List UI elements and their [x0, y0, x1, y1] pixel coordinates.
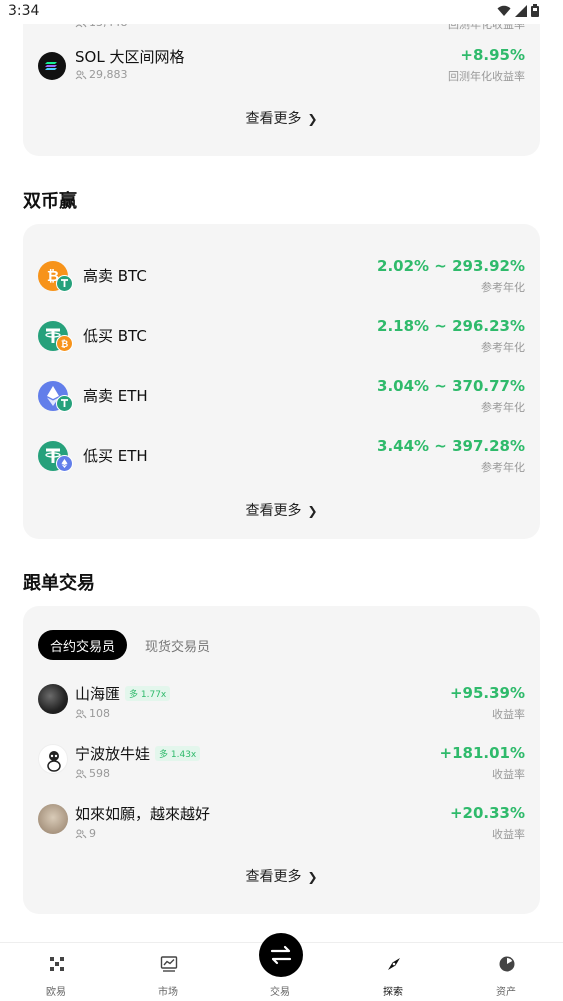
chevron-right-icon: ❯: [307, 112, 318, 126]
apr-caption: 参考年化: [481, 341, 525, 354]
btc-icon: ₿: [56, 335, 73, 352]
apr-range: 2.18% ~ 296.23%: [377, 317, 525, 335]
swap-arrows-icon: [270, 945, 292, 965]
users-icon: [75, 709, 87, 718]
users-icon: [75, 769, 87, 778]
pie-chart-icon: [499, 956, 515, 972]
tab-spot-traders[interactable]: 现货交易员: [133, 630, 222, 660]
apr-range: 3.44% ~ 397.28%: [377, 437, 525, 455]
status-bar: 3:34: [0, 0, 563, 24]
trade-center-button[interactable]: [259, 933, 303, 977]
dual-currency-card: ₿ 高卖 BTC 2.02% ~ 293.92% 参考年化 ₿ 低买 BTC 2…: [23, 224, 540, 539]
dual-currency-item[interactable]: ₿ 高卖 BTC 2.02% ~ 293.92% 参考年化: [23, 249, 540, 299]
trader-name: 山海匯多 1.77x: [75, 683, 171, 704]
nav-item-market[interactable]: 市场: [112, 943, 224, 1001]
trader-name: 宁波放牛娃多 1.43x: [75, 743, 201, 764]
trader-item[interactable]: 山海匯多 1.77x 108 +95.39% 收益率: [23, 678, 540, 728]
usdt-icon: [56, 275, 73, 292]
eth-icon: [56, 455, 73, 472]
dual-currency-name: 高卖 ETH: [83, 387, 148, 405]
signal-icon: [515, 4, 527, 17]
view-more-button[interactable]: 查看更多 ❯: [23, 866, 540, 886]
strategy-caption: 回测年化收益率: [448, 70, 525, 83]
apr-caption: 参考年化: [481, 281, 525, 294]
followers-count: 108: [75, 707, 110, 720]
copy-trading-card: 合约交易员 现货交易员 山海匯多 1.77x 108 +95.39% 收益率 宁…: [23, 606, 540, 914]
dual-currency-item[interactable]: 低买 ETH 3.44% ~ 397.28% 参考年化: [23, 429, 540, 479]
nav-item-explore[interactable]: 探索: [337, 943, 449, 1001]
return-caption: 收益率: [492, 708, 525, 721]
trader-item[interactable]: 宁波放牛娃多 1.43x 598 +181.01% 收益率: [23, 738, 540, 788]
section-title-copy-trading: 跟单交易: [23, 573, 95, 594]
chevron-right-icon: ❯: [307, 504, 318, 518]
nav-item-okx[interactable]: 欧易: [0, 943, 112, 1001]
tab-contract-traders[interactable]: 合约交易员: [38, 630, 128, 660]
svg-text:₿: ₿: [61, 339, 68, 349]
compass-icon: [388, 958, 400, 970]
chart-icon: [160, 956, 178, 972]
dual-currency-name: 低买 ETH: [83, 447, 148, 465]
status-icons: [497, 4, 539, 17]
dual-currency-name: 高卖 BTC: [83, 267, 147, 285]
trader-item[interactable]: 如來如願，越來越好 9 +20.33% 收益率: [23, 798, 540, 848]
trader-return: +20.33%: [449, 804, 525, 822]
usdt-icon: [56, 395, 73, 412]
nav-label: 探索: [383, 987, 403, 998]
dual-currency-name: 低买 BTC: [83, 327, 147, 345]
trader-type-tabs: 合约交易员 现货交易员: [38, 630, 222, 660]
battery-icon: [531, 4, 539, 17]
okx-logo-icon: [50, 957, 64, 971]
return-caption: 收益率: [492, 768, 525, 781]
wifi-icon: [497, 5, 511, 16]
section-title-dual-currency: 双币赢: [23, 191, 77, 212]
nav-label: 资产: [496, 987, 516, 998]
avatar: [38, 804, 68, 834]
leverage-badge: 多 1.43x: [155, 746, 201, 761]
users-icon: [75, 70, 87, 79]
nav-label: 交易: [270, 987, 290, 998]
dual-currency-item[interactable]: ₿ 低买 BTC 2.18% ~ 296.23% 参考年化: [23, 309, 540, 359]
apr-range: 2.02% ~ 293.92%: [377, 257, 525, 275]
avatar: [38, 744, 68, 774]
followers-count: 598: [75, 767, 110, 780]
trader-return: +181.01%: [439, 744, 525, 762]
leverage-badge: 多 1.77x: [125, 686, 171, 701]
apr-caption: 参考年化: [481, 401, 525, 414]
nav-item-assets[interactable]: 资产: [450, 943, 562, 1001]
users-count: 29,883: [75, 68, 128, 81]
apr-range: 3.04% ~ 370.77%: [377, 377, 525, 395]
strategy-name: SOL 大区间网格: [75, 48, 185, 66]
view-more-button[interactable]: 查看更多 ❯: [23, 108, 540, 128]
dual-currency-item[interactable]: 高卖 ETH 3.04% ~ 370.77% 参考年化: [23, 369, 540, 419]
strategy-return: +8.95%: [460, 46, 525, 64]
followers-count: 9: [75, 827, 96, 840]
apr-caption: 参考年化: [481, 461, 525, 474]
trader-name: 如來如願，越來越好: [75, 805, 211, 823]
grid-strategy-item[interactable]: SOL 大区间网格 29,883 +8.95% 回测年化收益率: [23, 44, 540, 94]
trader-return: +95.39%: [449, 684, 525, 702]
chevron-right-icon: ❯: [307, 870, 318, 884]
sol-icon: [38, 52, 66, 80]
nav-label: 欧易: [46, 987, 66, 998]
status-time: 3:34: [8, 3, 40, 19]
avatar: [38, 684, 68, 714]
nav-label: 市场: [158, 987, 178, 998]
users-icon: [75, 829, 87, 838]
view-more-button[interactable]: 查看更多 ❯: [23, 500, 540, 520]
return-caption: 收益率: [492, 828, 525, 841]
